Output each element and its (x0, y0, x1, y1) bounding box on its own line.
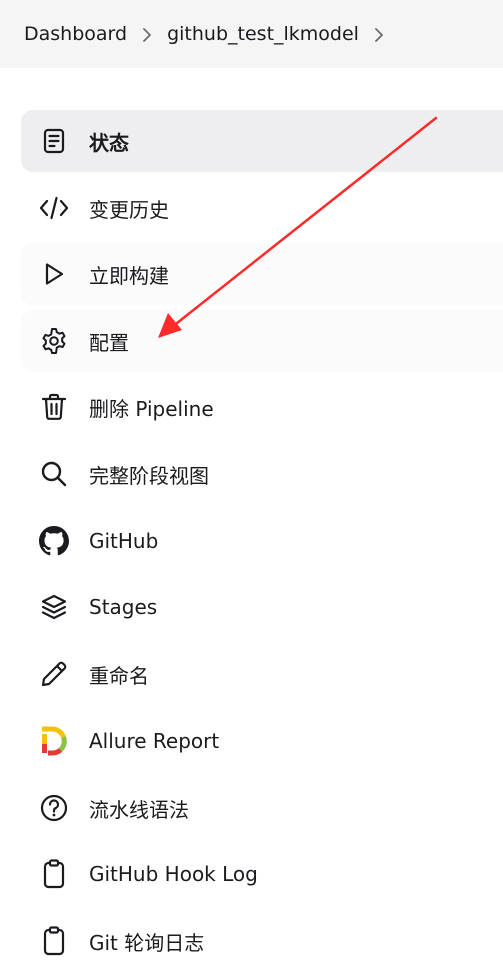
sidebar-item-allure-report[interactable]: Allure Report (21, 710, 503, 772)
sidebar-item-status[interactable]: 状态 (21, 110, 503, 172)
breadcrumb-dashboard[interactable]: Dashboard (24, 23, 127, 45)
play-icon (38, 258, 70, 290)
search-icon (38, 458, 70, 490)
chevron-right-icon[interactable] (359, 23, 399, 45)
status-document-icon (38, 125, 70, 157)
sidebar-item-rename[interactable]: 重命名 (21, 643, 503, 705)
sidebar-item-label: Allure Report (89, 729, 220, 753)
clipboard-icon (38, 858, 70, 890)
breadcrumb-project[interactable]: github_test_lkmodel (167, 23, 359, 45)
sidebar-item-label: GitHub (89, 529, 159, 553)
breadcrumb: Dashboard github_test_lkmodel (0, 0, 503, 68)
sidebar-item-label: 删除 Pipeline (89, 396, 214, 421)
sidebar-item-label: 变更历史 (89, 197, 169, 222)
sidebar-item-stages[interactable]: Stages (21, 576, 503, 638)
sidebar-item-full-stage-view[interactable]: 完整阶段视图 (21, 443, 503, 505)
sidebar-item-label: 状态 (89, 130, 129, 155)
help-circle-icon (38, 792, 70, 824)
sidebar-item-label: Stages (89, 595, 158, 619)
sidebar-item-label: 立即构建 (89, 263, 169, 288)
pencil-icon (38, 658, 70, 690)
sidebar-item-configure[interactable]: 配置 (21, 310, 503, 372)
sidebar-item-label: GitHub Hook Log (89, 862, 258, 886)
sidebar-item-pipeline-syntax[interactable]: 流水线语法 (21, 777, 503, 839)
sidebar-item-changes[interactable]: 变更历史 (21, 177, 503, 239)
sidebar-item-build-now[interactable]: 立即构建 (21, 243, 503, 305)
sidebar-item-github[interactable]: GitHub (21, 510, 503, 572)
sidebar-item-delete-pipeline[interactable]: 删除 Pipeline (21, 376, 503, 438)
code-brackets-icon (38, 192, 70, 224)
allure-logo-icon (38, 725, 70, 757)
gear-icon (38, 325, 70, 357)
sidebar-item-label: 配置 (89, 330, 129, 355)
sidebar-item-label: Git 轮询日志 (89, 930, 205, 955)
sidebar-item-label: 流水线语法 (89, 797, 189, 822)
clipboard-icon (38, 925, 70, 957)
sidebar-item-github-hook-log[interactable]: GitHub Hook Log (21, 843, 503, 905)
chevron-right-icon (127, 23, 167, 45)
sidebar-item-git-polling-log[interactable]: Git 轮询日志 (21, 910, 503, 972)
sidebar-item-label: 完整阶段视图 (89, 463, 209, 488)
layers-icon (38, 591, 70, 623)
github-icon (38, 525, 70, 557)
trash-icon (38, 391, 70, 423)
sidebar-item-label: 重命名 (89, 663, 149, 688)
